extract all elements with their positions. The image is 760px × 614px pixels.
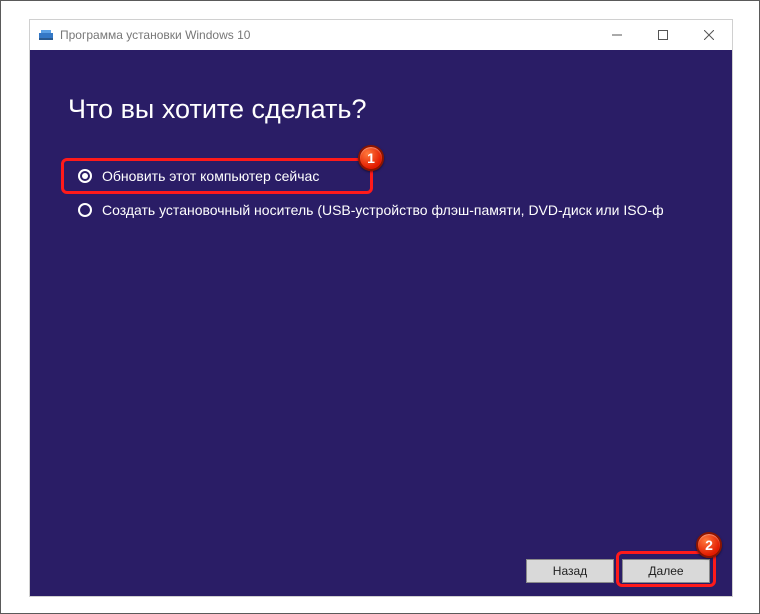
option-upgrade-now[interactable]: Обновить этот компьютер сейчас [68,162,702,190]
screenshot-frame: Программа установки Windows 10 Что вы хо… [0,0,760,614]
radio-icon [78,203,92,217]
maximize-button[interactable] [640,20,686,50]
close-button[interactable] [686,20,732,50]
page-heading: Что вы хотите сделать? [68,94,366,125]
content-area: Что вы хотите сделать? Обновить этот ком… [30,50,732,596]
minimize-button[interactable] [594,20,640,50]
option-create-media[interactable]: Создать установочный носитель (USB-устро… [68,196,702,224]
installer-window: Программа установки Windows 10 Что вы хо… [29,19,733,597]
button-label: Назад [553,564,587,578]
titlebar: Программа установки Windows 10 [30,20,732,50]
next-button[interactable]: Далее [622,559,710,583]
app-icon [38,27,54,43]
radio-icon [78,169,92,183]
window-title: Программа установки Windows 10 [60,28,250,42]
option-label: Создать установочный носитель (USB-устро… [102,202,664,218]
option-label: Обновить этот компьютер сейчас [102,168,319,184]
back-button[interactable]: Назад [526,559,614,583]
footer-bar: Назад Далее [30,546,732,596]
options-group: Обновить этот компьютер сейчас Создать у… [68,162,702,230]
button-label: Далее [648,564,683,578]
